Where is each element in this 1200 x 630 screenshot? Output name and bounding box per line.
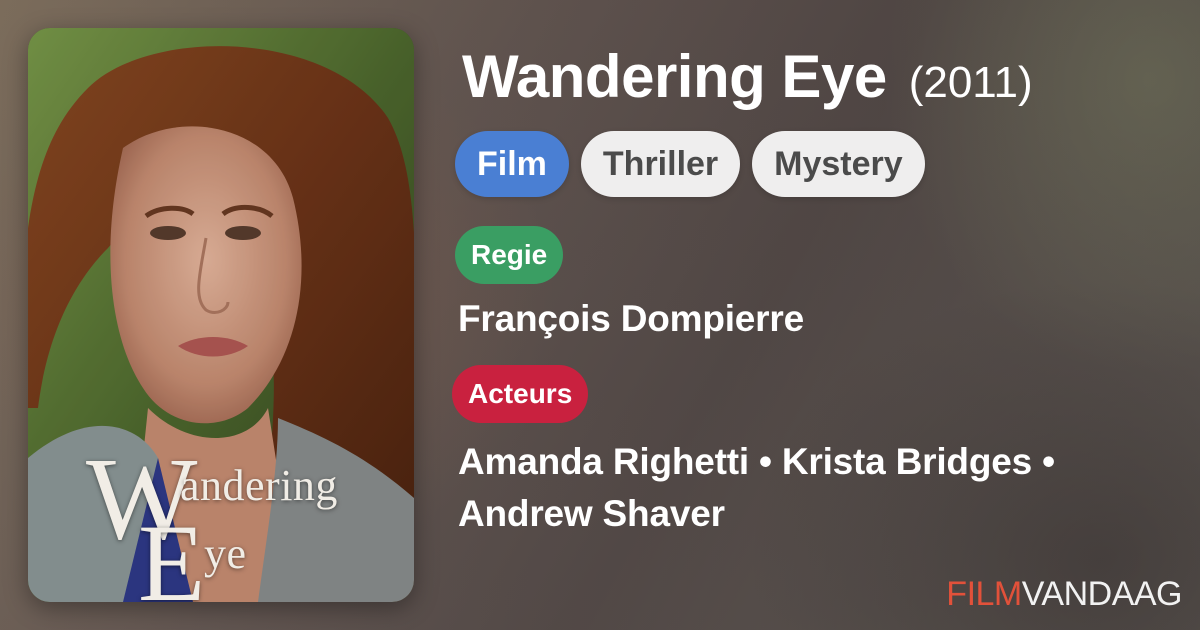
filmvandaag-logo[interactable]: FILMVANDAAG [946,575,1182,614]
director-name[interactable]: François Dompierre [458,298,804,340]
tag-film[interactable]: Film [455,131,569,197]
movie-year: (2011) [908,58,1033,107]
genre-tags: Film Thriller Mystery [455,131,925,197]
movie-heading: Wandering Eye (2011) [462,42,1033,111]
regie-label: Regie [455,226,564,284]
cast-list: Amanda Righetti • Krista Bridges • Andre… [458,436,1158,540]
movie-poster: W andering E ye [28,28,414,602]
logo-part-vandaag: VANDAAG [1021,575,1183,613]
tag-mystery[interactable]: Mystery [752,131,925,197]
acteurs-label: Acteurs [452,365,589,423]
movie-title: Wandering Eye [462,43,887,110]
cast-line-2[interactable]: Andrew Shaver [458,488,1158,540]
logo-part-film: FILM [946,575,1022,613]
cast-line-1[interactable]: Amanda Righetti • Krista Bridges • [458,436,1158,488]
tag-thriller[interactable]: Thriller [580,131,741,197]
